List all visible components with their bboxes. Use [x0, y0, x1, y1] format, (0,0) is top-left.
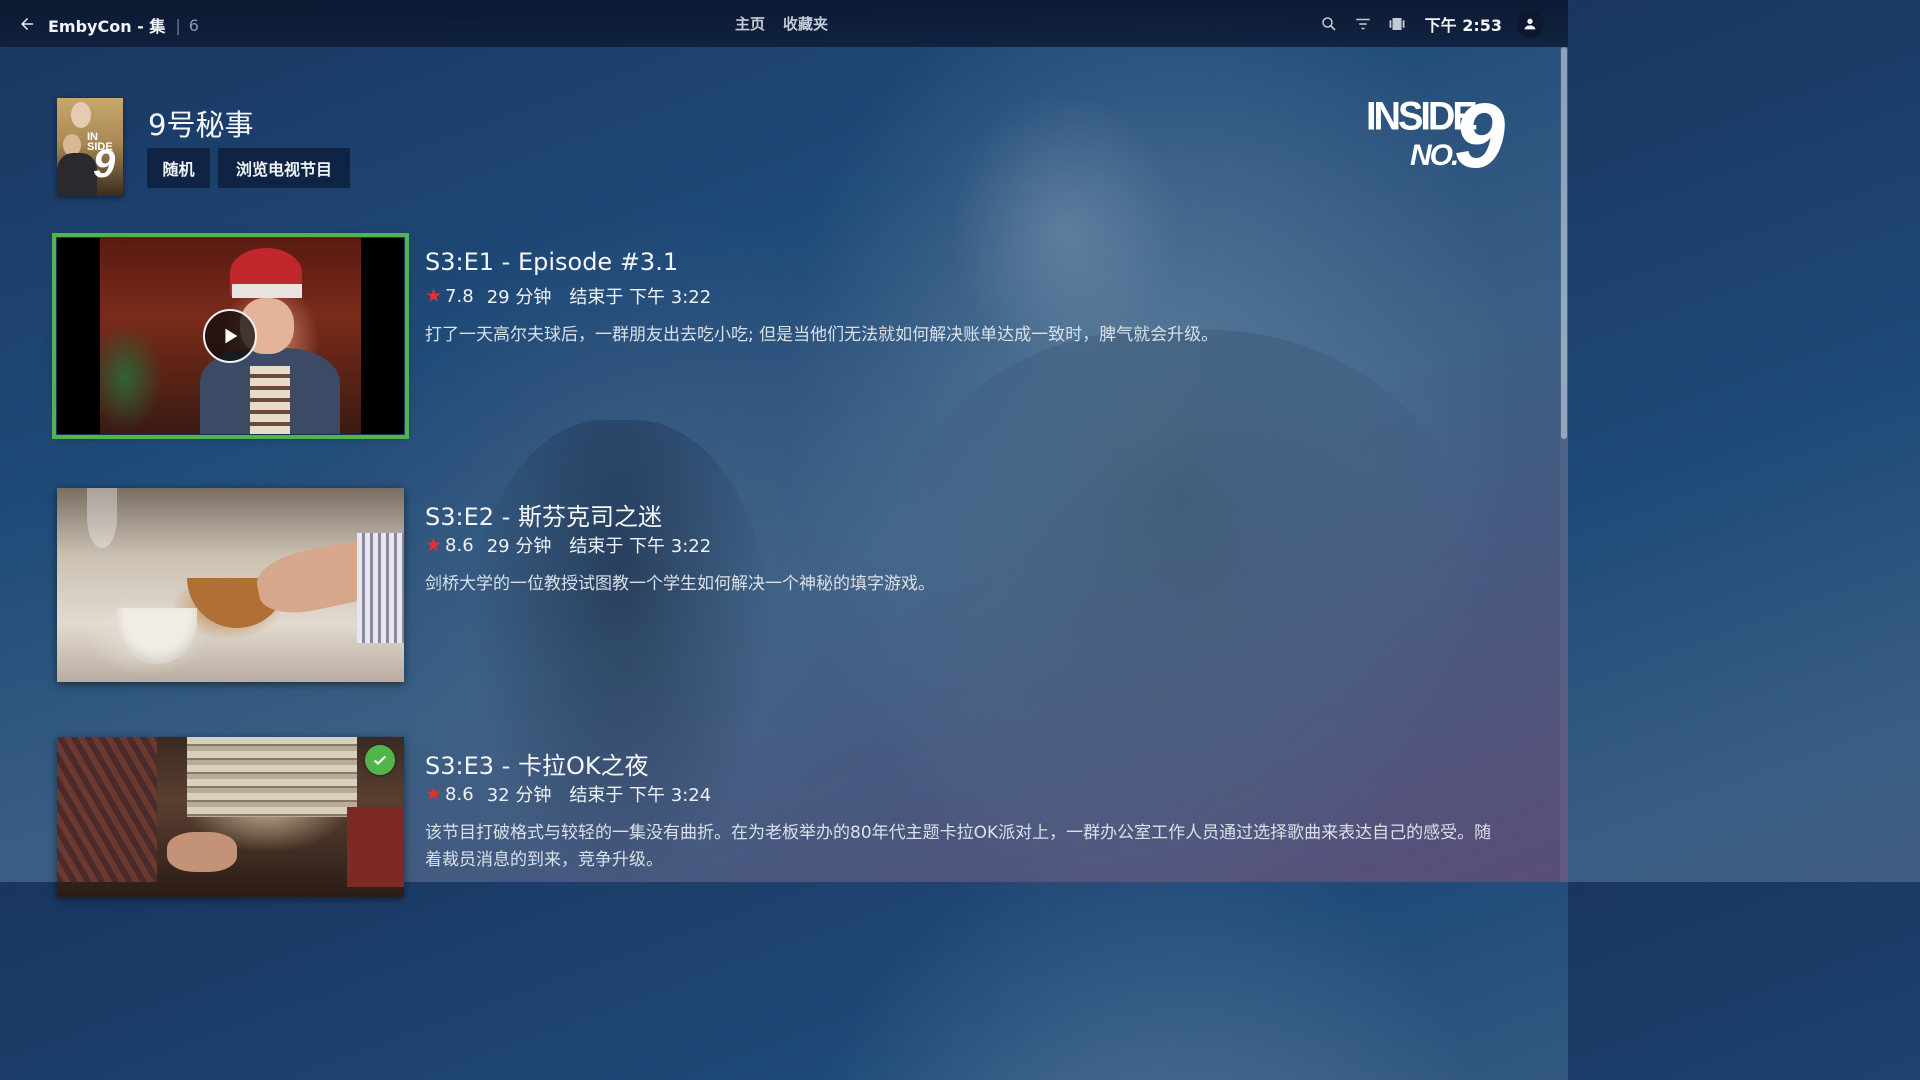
watched-badge	[365, 745, 395, 775]
episode-2-overview: 剑桥大学的一位教授试图教一个学生如何解决一个神秘的填字游戏。	[425, 574, 935, 594]
episode-1-end-time: 结束于 下午 3:22	[569, 287, 712, 308]
browse-series-button[interactable]: 浏览电视节目	[218, 148, 350, 188]
show-title: 9号秘事	[148, 108, 254, 142]
search-button[interactable]	[1319, 14, 1339, 34]
back-button[interactable]	[14, 11, 40, 37]
episode-1-thumbnail[interactable]	[52, 233, 409, 439]
filter-icon	[1355, 18, 1370, 30]
user-avatar-button[interactable]	[1516, 10, 1544, 38]
episode-3-meta: ★ 8.6 32 分钟 结束于 下午 3:24	[425, 781, 711, 807]
filter-button[interactable]	[1353, 14, 1373, 34]
episode-3-title[interactable]: S3:E3 - 卡拉OK之夜	[425, 746, 649, 781]
shuffle-button[interactable]: 随机	[147, 148, 210, 188]
episode-2-thumbnail[interactable]	[57, 488, 404, 682]
play-icon	[225, 328, 238, 344]
top-bar: EmbyCon - 集 | 6 主页 收藏夹 下午 2:53	[0, 0, 1568, 47]
star-icon: ★	[425, 285, 443, 307]
app-title: EmbyCon - 集 | 6	[48, 13, 199, 37]
user-icon	[1524, 18, 1536, 30]
episode-3-rating: 8.6	[445, 783, 474, 805]
episode-2-title[interactable]: S3:E2 - 斯芬克司之迷	[425, 497, 662, 532]
nav-home[interactable]: 主页	[735, 13, 765, 34]
logo-line2: NO.	[1410, 139, 1459, 172]
backdrop-figure-right	[880, 330, 1480, 890]
episode-1-rating: 7.8	[445, 285, 474, 307]
episode-1-title[interactable]: S3:E1 - Episode #3.1	[425, 248, 678, 276]
episode-1-meta: ★ 7.8 29 分钟 结束于 下午 3:22	[425, 283, 711, 309]
episode-2-rating: 8.6	[445, 534, 474, 556]
scrollbar-thumb[interactable]	[1561, 47, 1567, 439]
episode-1-overview: 打了一天高尔夫球后，一群朋友出去吃小吃; 但是当他们无法就如何解决账单达成一致时…	[425, 325, 1219, 345]
app-title-text: EmbyCon - 集	[48, 17, 166, 36]
episode-2-runtime: 29 分钟	[486, 536, 552, 557]
episode-2-meta: ★ 8.6 29 分钟 结束于 下午 3:22	[425, 532, 711, 558]
title-separator: |	[175, 15, 181, 35]
item-count: 6	[188, 15, 199, 35]
episode-3-end-time: 结束于 下午 3:24	[569, 785, 712, 806]
search-icon	[1321, 17, 1336, 31]
episode-3-runtime: 32 分钟	[486, 785, 552, 806]
star-icon: ★	[425, 534, 443, 556]
top-right-controls: 下午 2:53	[1319, 8, 1544, 40]
star-icon: ★	[425, 783, 443, 805]
nav-favorites[interactable]: 收藏夹	[783, 13, 828, 34]
clock: 下午 2:53	[1424, 16, 1502, 35]
show-logo: INSIDE NO. 9	[1366, 90, 1516, 186]
episode-3-overview: 该节目打破格式与较轻的一集没有曲折。在为老板举办的80年代主题卡拉OK派对上，一…	[425, 823, 1492, 870]
logo-number: 9	[1454, 85, 1506, 187]
episode-3-thumbnail[interactable]	[57, 737, 404, 897]
cast-icon	[1389, 18, 1405, 30]
episode-1-runtime: 29 分钟	[486, 287, 552, 308]
check-icon	[373, 755, 387, 766]
back-arrow-icon	[21, 18, 33, 30]
poster-number-art: 9	[93, 142, 116, 186]
main-nav: 主页 收藏夹	[735, 13, 828, 34]
cast-button[interactable]	[1387, 14, 1407, 34]
show-poster[interactable]: IN SIDE 9	[57, 98, 123, 196]
play-button[interactable]	[203, 309, 257, 363]
episode-2-end-time: 结束于 下午 3:22	[569, 536, 712, 557]
